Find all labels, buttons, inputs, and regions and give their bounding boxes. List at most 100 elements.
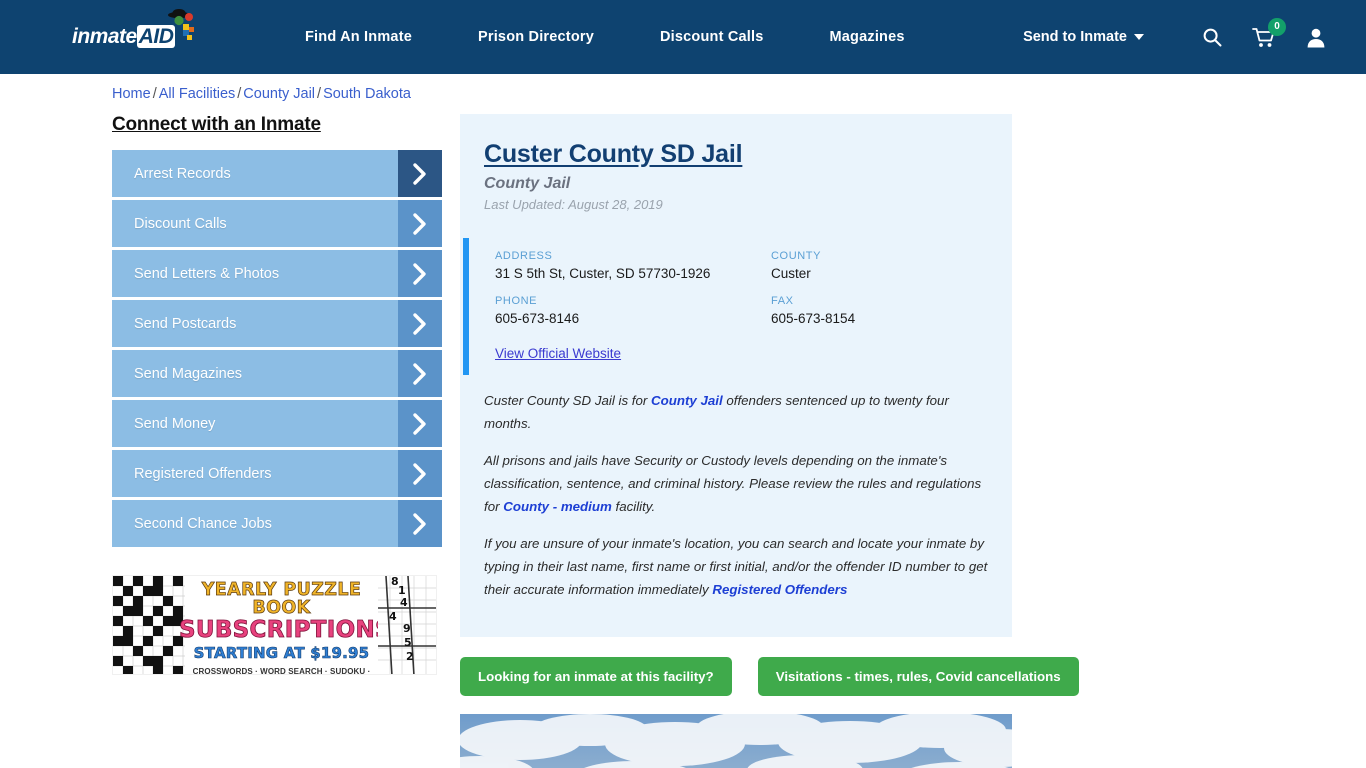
site-logo[interactable]: inmateAID <box>72 9 200 60</box>
description-paragraph: All prisons and jails have Security or C… <box>484 449 988 518</box>
last-updated-text: Last Updated: August 28, 2019 <box>484 197 663 212</box>
ad-line-4: CROSSWORDS · WORD SEARCH · SUDOKU · BRAI… <box>192 667 371 675</box>
header-actions: Send to Inmate 0 <box>1023 0 1326 74</box>
address-field: ADDRESS 31 S 5th St, Custer, SD 57730-19… <box>495 250 771 281</box>
chevron-right-icon <box>398 350 442 397</box>
sidebar: Connect with an Inmate Arrest Records Di… <box>112 114 442 768</box>
sidebar-item-send-postcards[interactable]: Send Postcards <box>112 300 442 347</box>
breadcrumb-item-south-dakota[interactable]: South Dakota <box>323 86 411 102</box>
sudoku-grid-graphic: 8 1 4 4 9 5 2 <box>378 576 436 674</box>
svg-text:5: 5 <box>404 636 412 649</box>
breadcrumb-item-county-jail[interactable]: County Jail <box>243 86 315 102</box>
crossword-grid-graphic <box>113 576 185 674</box>
chevron-right-icon <box>398 450 442 497</box>
sidebar-item-send-money[interactable]: Send Money <box>112 400 442 447</box>
svg-text:4: 4 <box>389 610 397 623</box>
cart-count-badge: 0 <box>1268 17 1286 36</box>
sidebar-item-label: Send Money <box>112 400 398 447</box>
puzzle-book-ad-banner[interactable]: YEARLY PUZZLE BOOK SUBSCRIPTIONS STARTIN… <box>112 575 437 675</box>
user-account-icon <box>1307 28 1325 47</box>
facility-exterior-photo-graphic <box>460 714 1012 768</box>
ad-line-2: SUBSCRIPTIONS <box>179 617 392 643</box>
chevron-right-icon <box>398 250 442 297</box>
paragraph-text-post: facility. <box>611 499 656 514</box>
official-website-link[interactable]: View Official Website <box>495 346 1012 361</box>
inline-link-county-medium[interactable]: County - medium <box>503 499 612 514</box>
page-body: Home / All Facilities / County Jail / South Da… <box>0 74 1366 768</box>
facility-description: Custer County SD Jail is for County Jail… <box>460 375 1012 601</box>
chevron-right-icon <box>398 400 442 447</box>
chevron-right-icon <box>398 150 442 197</box>
facility-header: Custer County SD Jail County Jail Last U… <box>460 132 1012 212</box>
breadcrumb-separator: / <box>317 86 322 102</box>
page-title[interactable]: Custer County SD Jail <box>484 140 988 169</box>
description-paragraph: Custer County SD Jail is for County Jail… <box>484 389 988 435</box>
looking-for-inmate-button[interactable]: Looking for an inmate at this facility? <box>460 657 732 696</box>
sidebar-item-registered-offenders[interactable]: Registered Offenders <box>112 450 442 497</box>
chevron-right-icon <box>398 500 442 547</box>
nav-dropdown-label: Send to Inmate <box>1023 29 1127 45</box>
sidebar-item-second-chance-jobs[interactable]: Second Chance Jobs <box>112 500 442 547</box>
chevron-down-icon <box>1134 34 1144 40</box>
visitations-button[interactable]: Visitations - times, rules, Covid cancel… <box>757 657 1079 696</box>
ad-line-3: STARTING AT $19.95 <box>193 644 370 662</box>
fax-value: 605-673-8154 <box>771 311 856 326</box>
logo-text: inmateAID <box>72 25 176 49</box>
sidebar-item-label: Send Postcards <box>112 300 398 347</box>
nav-item-discount-calls[interactable]: Discount Calls <box>627 29 797 45</box>
county-label: COUNTY <box>771 250 822 262</box>
logo-text-main: inmate <box>72 25 137 48</box>
sidebar-item-label: Second Chance Jobs <box>112 500 398 547</box>
action-button-row: Looking for an inmate at this facility? … <box>460 657 1079 696</box>
fax-label: FAX <box>771 295 794 307</box>
sidebar-item-discount-calls[interactable]: Discount Calls <box>112 200 442 247</box>
cart-button[interactable]: 0 <box>1252 17 1286 48</box>
account-button[interactable] <box>1306 27 1326 48</box>
nav-item-magazines[interactable]: Magazines <box>797 29 938 45</box>
main-column: Custer County SD Jail County Jail Last U… <box>460 114 1079 768</box>
facility-card: Custer County SD Jail County Jail Last U… <box>460 114 1012 637</box>
inline-link-registered-offenders[interactable]: Registered Offenders <box>712 582 847 597</box>
sidebar-item-label: Send Magazines <box>112 350 398 397</box>
sidebar-item-label: Arrest Records <box>112 150 398 197</box>
search-icon <box>1203 28 1222 47</box>
svg-text:4: 4 <box>400 596 408 609</box>
chevron-right-icon <box>398 300 442 347</box>
fax-field: FAX 605-673-8154 <box>771 295 1012 326</box>
content-area: Connect with an Inmate Arrest Records Di… <box>0 74 1366 768</box>
phone-field: PHONE 605-673-8146 <box>495 295 771 326</box>
nav-item-find-an-inmate[interactable]: Find An Inmate <box>272 29 445 45</box>
facility-type: County Jail <box>484 175 571 192</box>
sidebar-item-label: Discount Calls <box>112 200 398 247</box>
inline-link-county-jail[interactable]: County Jail <box>651 393 723 408</box>
description-paragraph: If you are unsure of your inmate's locat… <box>484 532 988 601</box>
county-field: COUNTY Custer <box>771 250 1012 281</box>
facility-info-block: ADDRESS 31 S 5th St, Custer, SD 57730-19… <box>463 238 1012 375</box>
search-button[interactable] <box>1202 27 1222 47</box>
phone-value: 605-673-8146 <box>495 311 580 326</box>
ad-line-1: YEARLY PUZZLE BOOK <box>201 580 362 618</box>
county-value: Custer <box>771 266 811 281</box>
sidebar-item-label: Send Letters & Photos <box>112 250 398 297</box>
svg-text:9: 9 <box>403 622 411 635</box>
chevron-right-icon <box>398 200 442 247</box>
main-navigation: Find An Inmate Prison Directory Discount… <box>272 29 938 45</box>
sidebar-title: Connect with an Inmate <box>112 114 321 135</box>
breadcrumb-item-all-facilities[interactable]: All Facilities <box>159 86 236 102</box>
sidebar-item-send-letters-photos[interactable]: Send Letters & Photos <box>112 250 442 297</box>
breadcrumb: Home / All Facilities / County Jail / South Da… <box>112 86 411 102</box>
breadcrumb-separator: / <box>152 86 157 102</box>
phone-label: PHONE <box>495 295 538 307</box>
ad-copy: YEARLY PUZZLE BOOK SUBSCRIPTIONS STARTIN… <box>179 580 392 675</box>
breadcrumb-item-home[interactable]: Home <box>112 86 151 102</box>
sidebar-item-arrest-records[interactable]: Arrest Records <box>112 150 442 197</box>
nav-item-prison-directory[interactable]: Prison Directory <box>445 29 627 45</box>
address-value: 31 S 5th St, Custer, SD 57730-1926 <box>495 266 711 281</box>
sidebar-item-send-magazines[interactable]: Send Magazines <box>112 350 442 397</box>
inmate-mascot-icon <box>168 9 194 40</box>
paragraph-text-pre: Custer County SD Jail is for <box>484 393 652 408</box>
nav-dropdown-send-to-inmate[interactable]: Send to Inmate <box>1023 29 1144 45</box>
facility-photo <box>460 714 1012 768</box>
site-header: inmateAID Find An Inmate Prison Director… <box>0 0 1366 74</box>
sidebar-item-label: Registered Offenders <box>112 450 398 497</box>
